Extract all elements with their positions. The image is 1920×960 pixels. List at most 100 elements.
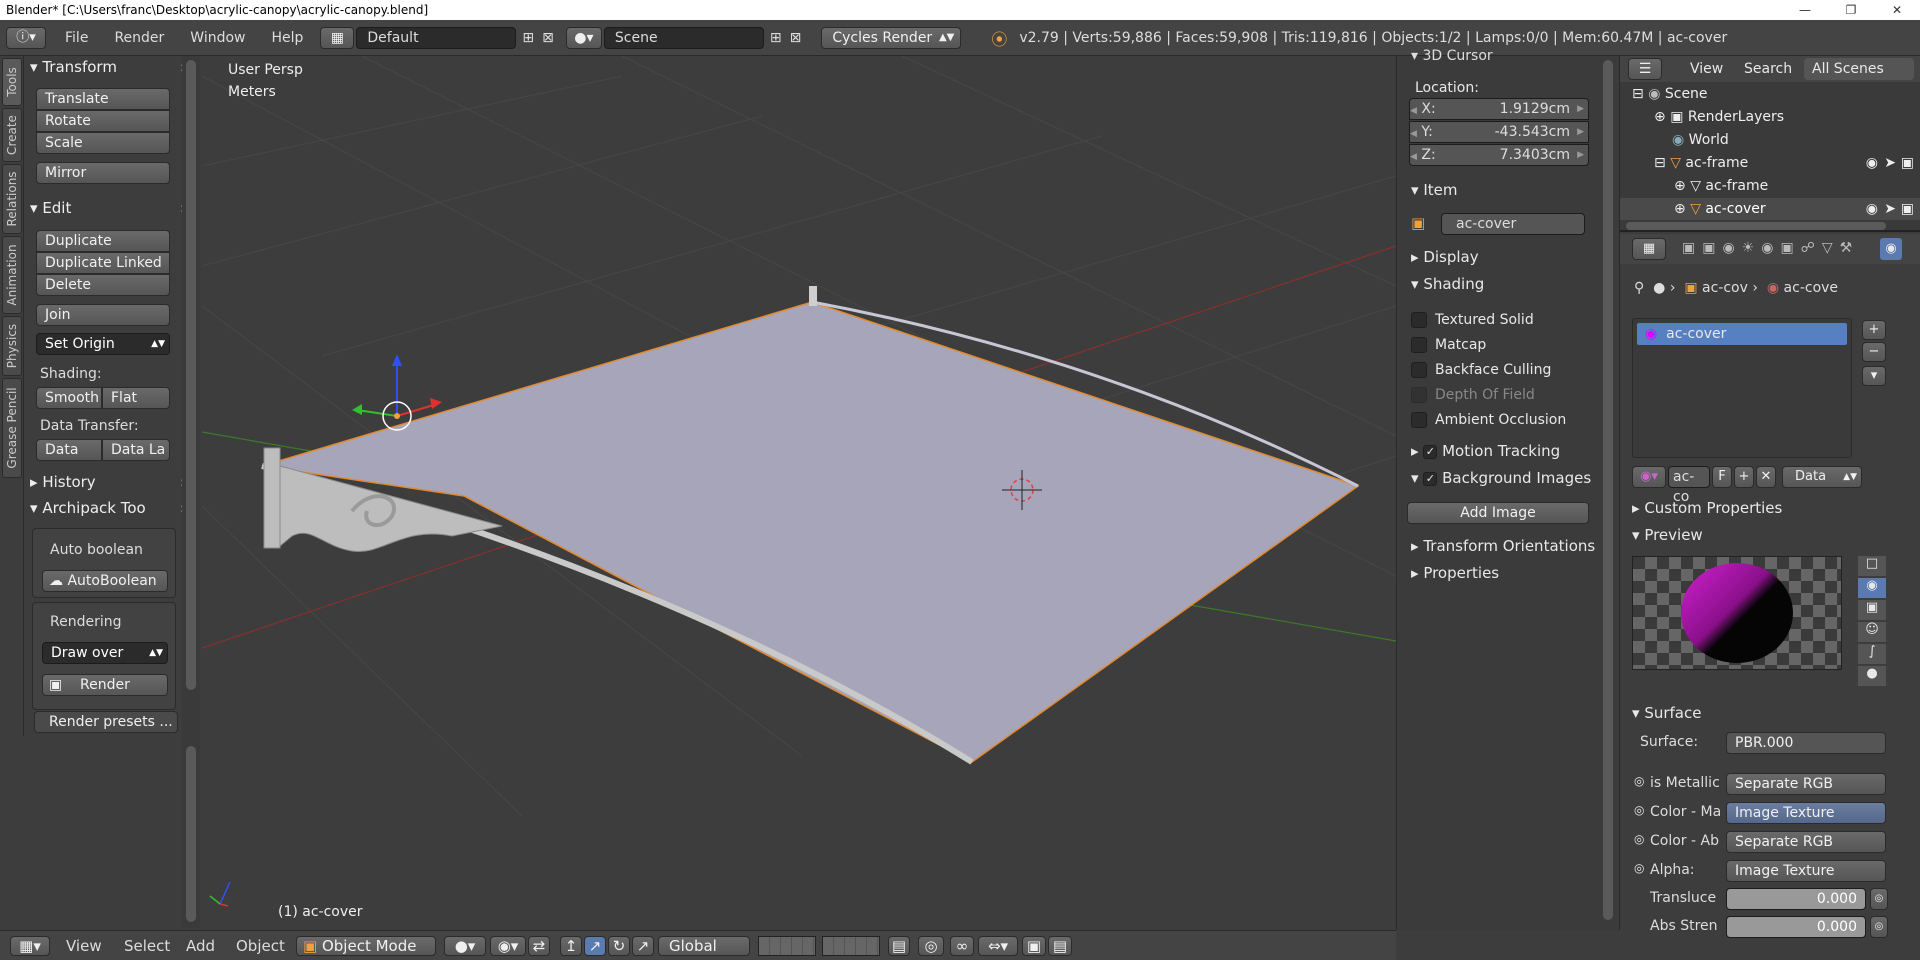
layer-grid-icon[interactable] <box>758 936 816 956</box>
translate-manipulator-icon[interactable]: ↥ <box>560 936 582 956</box>
select-cursor-icon[interactable]: ➤ <box>1884 152 1896 174</box>
render-camera-icon[interactable]: ▣ <box>1901 198 1914 220</box>
material-slot-row[interactable]: ◉ ac-cover <box>1637 323 1847 345</box>
item-name-field[interactable]: ac-cover <box>1441 213 1585 235</box>
layout-field[interactable]: Default <box>356 26 517 49</box>
matcap-checkbox[interactable] <box>1411 337 1427 353</box>
outliner-editor-icon[interactable]: ☰ <box>1628 58 1662 80</box>
abs-strength-slider[interactable]: 0.000 <box>1726 916 1866 938</box>
shading-panel-header[interactable]: ▾ Shading <box>1411 275 1484 293</box>
decrement-arrow-icon[interactable]: ◀ <box>1410 152 1417 162</box>
menu-object[interactable]: Object <box>236 936 285 956</box>
item-panel-header[interactable]: ▾ Item <box>1411 181 1457 199</box>
opengl-animation-icon[interactable]: ▤ <box>1048 936 1072 956</box>
socket-icon[interactable]: ◎ <box>1634 774 1644 788</box>
increment-arrow-icon[interactable]: ▶ <box>1577 122 1584 142</box>
3d-viewport[interactable]: User Persp Meters (1) ac-cover <box>202 56 1396 930</box>
preview-header[interactable]: ▾ Preview <box>1632 526 1703 544</box>
scene-field[interactable]: Scene <box>603 26 764 49</box>
3d-cursor-panel-header[interactable]: ▾ 3D Cursor <box>1411 48 1493 64</box>
surface-header[interactable]: ▾ Surface <box>1632 704 1701 722</box>
outliner-display-mode[interactable]: All Scenes <box>1804 58 1914 80</box>
cursor-z-field[interactable]: ◀ Z: 7.3403cm ▶ <box>1409 144 1589 166</box>
decrement-arrow-icon[interactable]: ◀ <box>1410 129 1417 139</box>
background-images-checkbox[interactable]: ✓ <box>1423 471 1438 486</box>
data-transfer-button[interactable]: Data <box>36 439 102 461</box>
viewport-shading-select[interactable]: ●▾ <box>444 936 486 956</box>
join-button[interactable]: Join <box>36 304 170 326</box>
scale-manipulator-icon[interactable]: ↻ <box>608 936 630 956</box>
menu-window[interactable]: Window <box>177 30 258 46</box>
cursor-x-field[interactable]: ◀ X: 1.9129cm ▶ <box>1409 98 1589 120</box>
layout-icon[interactable]: ▦ <box>320 26 355 49</box>
pivot-point-select[interactable]: ◉▾ <box>490 936 526 956</box>
preview-cube-icon[interactable]: ▣ <box>1858 600 1886 620</box>
outliner-view-menu[interactable]: View <box>1690 56 1723 82</box>
pin-icon[interactable]: ⚲ <box>1634 280 1644 296</box>
surface-shader-select[interactable]: PBR.000 <box>1726 732 1886 754</box>
transluce-socket-button[interactable]: ◎ <box>1870 888 1888 910</box>
render-camera-icon[interactable]: ▣ <box>1901 152 1914 174</box>
transform-orientations-panel-header[interactable]: ▸ Transform Orientations <box>1411 537 1595 555</box>
preview-flat-icon[interactable]: □ <box>1858 556 1886 576</box>
material-tab-icon[interactable]: ◉ <box>1880 238 1902 260</box>
history-panel-header[interactable]: ▸ History:::: <box>30 471 194 493</box>
draw-over-select[interactable]: Draw over ▲▼ <box>42 642 168 664</box>
proportional-edit-icon[interactable]: ◎ <box>918 936 944 956</box>
opengl-render-icon[interactable]: ▣ <box>1022 936 1046 956</box>
editor-type-info-icon[interactable]: ⓘ▾ <box>6 26 46 49</box>
preview-monkey-icon[interactable]: ☺ <box>1858 622 1886 642</box>
outliner-row-scene[interactable]: ⊟ ◉ Scene <box>1620 83 1920 105</box>
scroll-thumb[interactable] <box>1603 60 1613 920</box>
slot-menu-button[interactable]: ▾ <box>1862 366 1886 386</box>
transluce-slider[interactable]: 0.000 <box>1726 888 1866 910</box>
outliner-row-renderlayers[interactable]: ⊕ ▣ RenderLayers <box>1620 106 1920 128</box>
motion-tracking-panel-header[interactable]: ▸ ✓ Motion Tracking <box>1411 442 1591 460</box>
color-ab-select[interactable]: Separate RGB <box>1726 831 1886 853</box>
snap-element-select[interactable]: ⇔▾ <box>978 936 1018 956</box>
tab-grease-pencil[interactable]: Grease Pencil <box>2 378 22 478</box>
abs-strength-socket-button[interactable]: ◎ <box>1870 916 1888 938</box>
custom-properties-header[interactable]: ▸ Custom Properties <box>1632 499 1782 517</box>
menu-file[interactable]: File <box>52 30 101 46</box>
browse-material-icon[interactable]: ◉▾ <box>1632 466 1666 488</box>
ambient-occlusion-checkbox[interactable] <box>1411 412 1427 428</box>
visibility-eye-icon[interactable]: ◉ <box>1866 152 1878 174</box>
scene-canvas[interactable] <box>202 56 1396 930</box>
scene-icon[interactable]: ●▾ <box>565 26 602 49</box>
visibility-eye-icon[interactable]: ◉ <box>1866 198 1878 220</box>
remove-layout-icon[interactable]: ⊠ <box>542 30 554 46</box>
menu-add[interactable]: Add <box>186 936 215 956</box>
outliner-row-world[interactable]: ◉ World <box>1620 129 1920 151</box>
motion-tracking-checkbox[interactable]: ✓ <box>1423 444 1438 459</box>
remove-scene-icon[interactable]: ⊠ <box>790 30 802 46</box>
transform-manipulator-icon[interactable]: ↗ <box>632 936 654 956</box>
backface-culling-checkbox[interactable] <box>1411 362 1427 378</box>
maximize-button[interactable]: ❐ <box>1828 0 1874 20</box>
minimize-button[interactable]: — <box>1782 0 1828 20</box>
add-scene-icon[interactable]: ⊞ <box>770 30 782 46</box>
archipack-panel-header[interactable]: ▾ Archipack Too:::: <box>30 497 194 519</box>
cursor-y-field[interactable]: ◀ Y: -43.543cm ▶ <box>1409 121 1589 143</box>
tab-physics[interactable]: Physics <box>2 316 22 376</box>
outliner-scrollbar[interactable] <box>1626 222 1886 230</box>
add-slot-button[interactable]: + <box>1862 320 1886 340</box>
autoboolean-button[interactable]: ☁ AutoBoolean <box>42 570 168 592</box>
delete-button[interactable]: Delete <box>36 274 170 296</box>
material-slot-list[interactable]: ◉ ac-cover <box>1632 318 1852 458</box>
remove-slot-button[interactable]: − <box>1862 342 1886 362</box>
is-metallic-select[interactable]: Separate RGB <box>1726 773 1886 795</box>
render-button[interactable]: ▣ Render <box>42 674 168 696</box>
preview-sphere-icon[interactable]: ◉ <box>1858 578 1886 598</box>
mirror-button[interactable]: Mirror <box>36 162 170 184</box>
outliner-row-ac-cover[interactable]: ⊕ ▽ ac-cover ◉ ➤ ▣ <box>1620 198 1920 220</box>
select-cursor-icon[interactable]: ➤ <box>1884 198 1896 220</box>
set-origin-select[interactable]: Set Origin ▲▼ <box>36 333 170 355</box>
decrement-arrow-icon[interactable]: ◀ <box>1410 106 1417 116</box>
menu-select[interactable]: Select <box>124 936 170 956</box>
menu-view[interactable]: View <box>66 936 102 956</box>
editor-type-icon[interactable]: ▦▾ <box>10 936 50 956</box>
translate-button[interactable]: Translate <box>36 88 170 110</box>
add-image-button[interactable]: Add Image <box>1407 502 1589 524</box>
outliner-search-menu[interactable]: Search <box>1744 56 1792 82</box>
